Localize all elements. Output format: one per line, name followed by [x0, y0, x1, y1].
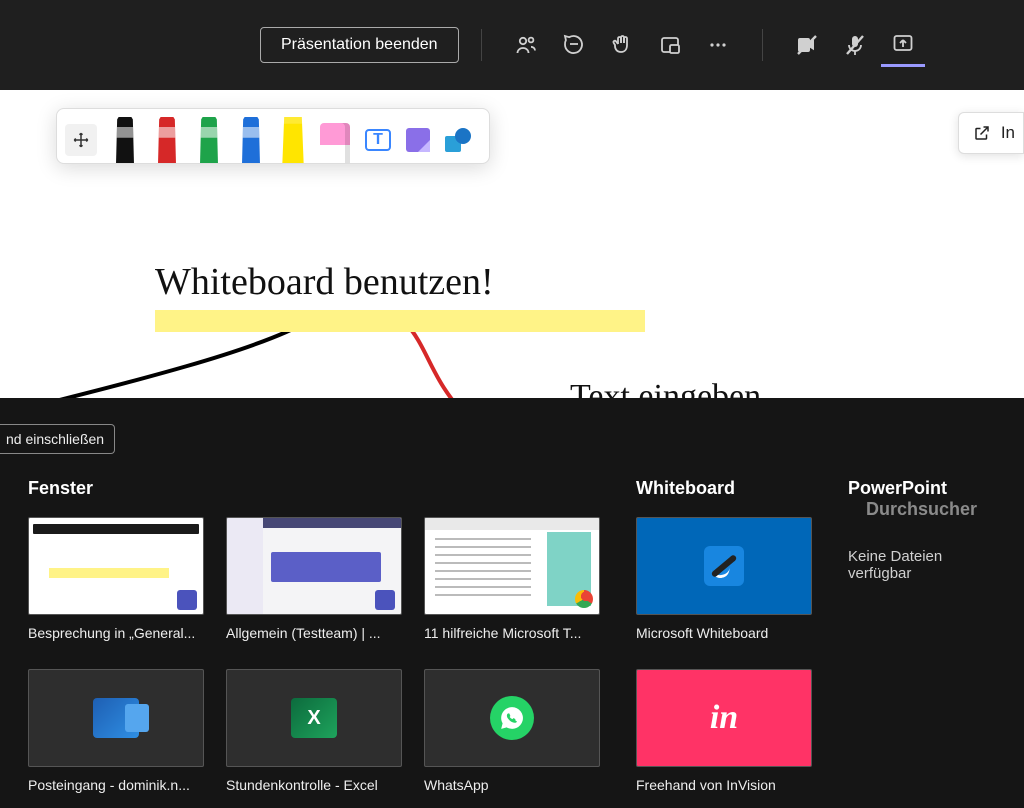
mic-off-icon[interactable] [833, 23, 877, 67]
tile-label: Microsoft Whiteboard [636, 625, 812, 641]
section-powerpoint: PowerPoint Durchsucher Keine Dateien ver… [848, 478, 996, 793]
whiteboard-thumb [636, 517, 812, 615]
whiteboard-canvas[interactable]: Whiteboard benutzen! Text eingeben T In [0, 90, 1024, 398]
rooms-icon[interactable] [648, 23, 692, 67]
text-tool[interactable]: T [361, 123, 395, 157]
tile-label: Posteingang - dominik.n... [28, 777, 204, 793]
window-thumb: X [226, 669, 402, 767]
chat-icon[interactable] [552, 23, 596, 67]
include-audio-toggle[interactable]: nd einschließen [0, 424, 115, 454]
window-thumb [226, 517, 402, 615]
share-tray-icon[interactable] [881, 23, 925, 67]
tile-label: WhatsApp [424, 777, 600, 793]
ink-text-1: Whiteboard benutzen! [155, 260, 494, 304]
participants-icon[interactable] [504, 23, 548, 67]
tile-label: Stundenkontrolle - Excel [226, 777, 402, 793]
open-external-label: In [1001, 123, 1015, 143]
pen-red[interactable] [147, 117, 187, 163]
pen-blue[interactable] [231, 117, 271, 163]
eraser-tool[interactable] [315, 117, 355, 163]
no-files-label: Keine Dateien verfügbar [848, 548, 996, 582]
reactions-icon[interactable] [600, 23, 644, 67]
camera-off-icon[interactable] [785, 23, 829, 67]
tile-label: Allgemein (Testteam) | ... [226, 625, 402, 641]
window-tile[interactable]: Besprechung in „General... [28, 517, 204, 641]
window-tile[interactable]: Posteingang - dominik.n... [28, 669, 204, 793]
note-tool[interactable] [401, 123, 435, 157]
highlight-stroke [155, 310, 645, 332]
section-whiteboard: Whiteboard Microsoft Whiteboard in Freeh… [636, 478, 812, 793]
window-tile[interactable]: WhatsApp [424, 669, 600, 793]
open-external-button[interactable]: In [958, 112, 1024, 154]
divider [762, 29, 763, 61]
ink-text-2: Text eingeben [570, 378, 761, 398]
section-heading-windows: Fenster [28, 478, 600, 499]
section-windows: Fenster Besprechung in „General... Allge… [28, 478, 600, 793]
move-handle-icon[interactable] [65, 124, 97, 156]
whiteboard-tile[interactable]: in Freehand von InVision [636, 669, 812, 793]
window-thumb [424, 669, 600, 767]
divider [481, 29, 482, 61]
section-heading-whiteboard: Whiteboard [636, 478, 812, 499]
share-tray: nd einschließen Fenster Besprechung in „… [0, 398, 1024, 808]
window-thumb [28, 669, 204, 767]
tile-label: Besprechung in „General... [28, 625, 204, 641]
whiteboard-thumb: in [636, 669, 812, 767]
shapes-tool[interactable] [441, 123, 475, 157]
window-tile[interactable]: X Stundenkontrolle - Excel [226, 669, 402, 793]
tile-label: 11 hilfreiche Microsoft T... [424, 625, 600, 641]
window-tile[interactable]: 11 hilfreiche Microsoft T... [424, 517, 600, 641]
window-tile[interactable]: Allgemein (Testteam) | ... [226, 517, 402, 641]
tile-label: Freehand von InVision [636, 777, 812, 793]
pen-green[interactable] [189, 117, 229, 163]
highlighter-yellow[interactable] [273, 117, 313, 163]
pen-black[interactable] [105, 117, 145, 163]
window-thumb [424, 517, 600, 615]
end-presentation-button[interactable]: Präsentation beenden [260, 27, 459, 63]
whiteboard-toolbar: T [56, 108, 490, 164]
meeting-top-bar: Präsentation beenden [0, 0, 1024, 90]
whiteboard-tile[interactable]: Microsoft Whiteboard [636, 517, 812, 641]
browse-link[interactable]: Durchsucher [866, 499, 977, 519]
section-heading-powerpoint: PowerPoint [848, 478, 947, 498]
more-actions-icon[interactable] [696, 23, 740, 67]
window-thumb [28, 517, 204, 615]
